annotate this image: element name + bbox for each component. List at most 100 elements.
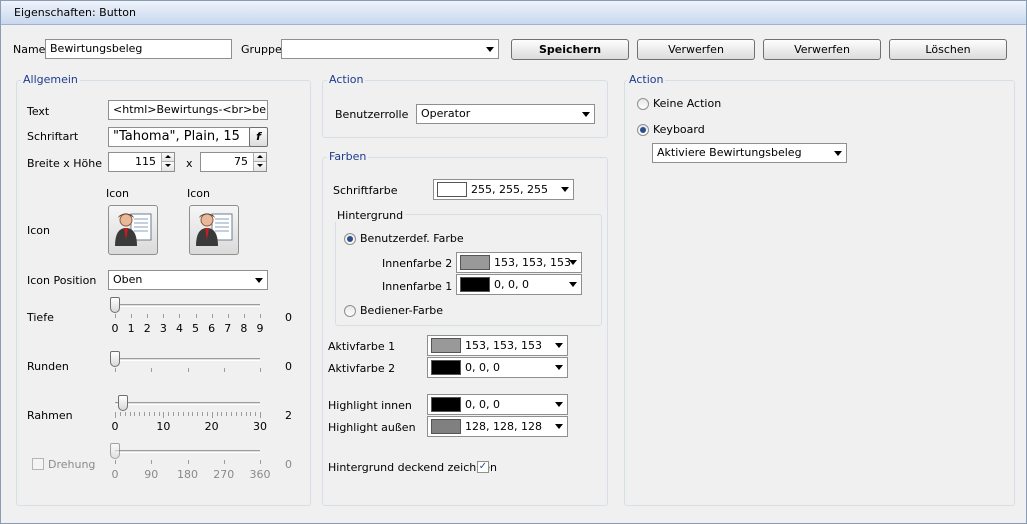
chevron-down-icon — [561, 187, 569, 192]
tiefe-label: Tiefe — [27, 311, 54, 324]
schriftfarbe-select[interactable]: 255, 255, 255 — [433, 179, 574, 200]
slider-tick — [163, 314, 165, 318]
spin-up-icon[interactable] — [161, 153, 174, 162]
highlight-innen-swatch — [431, 397, 461, 412]
window-titlebar: Eigenschaften: Button — [1, 1, 1026, 25]
spin-down-icon[interactable] — [161, 162, 174, 171]
slider-track[interactable] — [115, 358, 260, 361]
slider-track[interactable] — [115, 402, 260, 405]
aktivfarbe1-select[interactable]: 153, 153, 153 — [427, 335, 568, 356]
slider-track[interactable] — [115, 304, 260, 307]
slider-tick — [177, 412, 179, 416]
deckend-checkbox[interactable]: ✓ — [477, 461, 489, 473]
slider-track[interactable] — [115, 450, 260, 453]
slider-tick — [115, 368, 116, 372]
slider-thumb[interactable] — [110, 443, 120, 459]
innenfarbe1-swatch — [460, 277, 490, 292]
slider-tick — [197, 412, 199, 416]
slider-thumb[interactable] — [118, 395, 129, 411]
slider-tick — [250, 412, 252, 416]
keyboard-radio[interactable] — [637, 124, 649, 136]
highlight-innen-select[interactable]: 0, 0, 0 — [427, 394, 568, 415]
slider-tick — [206, 412, 208, 416]
keyboard-action-select[interactable]: Aktiviere Bewirtungsbeleg — [652, 143, 847, 163]
delete-button[interactable]: Löschen — [889, 39, 1007, 60]
slider-tick-label: 20 — [204, 420, 219, 433]
rahmen-value: 2 — [285, 409, 292, 422]
gruppe-select[interactable] — [281, 39, 499, 59]
slider-tick — [115, 412, 116, 418]
icon2-button[interactable] — [189, 205, 239, 255]
discard-button-1[interactable]: Verwerfen — [637, 39, 755, 60]
tiefe-slider[interactable]: 0123456789 — [108, 297, 268, 337]
aktivfarbe1-swatch — [431, 338, 461, 353]
properties-window: Eigenschaften: Button Name Bewirtungsbel… — [0, 0, 1027, 524]
chevron-down-icon — [255, 278, 263, 283]
runden-slider[interactable] — [108, 351, 268, 376]
aktivfarbe2-swatch — [431, 360, 461, 375]
schriftart-input[interactable]: "Tahoma", Plain, 15 — [108, 127, 250, 147]
drehung-checkbox[interactable] — [32, 458, 44, 470]
highlight-aussen-select[interactable]: 128, 128, 128 — [427, 416, 568, 437]
slider-thumb[interactable] — [110, 297, 120, 313]
width-spinner[interactable]: 115 — [108, 152, 175, 172]
rahmen-slider[interactable]: 0 10 20 30 — [108, 395, 268, 435]
size-label: Breite x Höhe — [27, 157, 102, 170]
slider-tick — [115, 460, 116, 464]
slider-tick — [147, 314, 149, 318]
drehung-value: 0 — [285, 458, 292, 471]
aktivfarbe1-label: Aktivfarbe 1 — [328, 340, 396, 353]
slider-tick — [129, 412, 131, 416]
icon1-button[interactable] — [108, 205, 158, 255]
slider-tick-label: 180 — [177, 468, 198, 481]
name-label: Name — [13, 43, 46, 56]
discard-button-2[interactable]: Verwerfen — [763, 39, 881, 60]
slider-tick — [216, 412, 218, 416]
slider-tick — [163, 412, 165, 418]
slider-thumb[interactable] — [110, 351, 120, 367]
drehung-label: Drehung — [48, 458, 96, 471]
benutzerrolle-label: Benutzerrolle — [335, 108, 409, 121]
highlight-aussen-swatch — [431, 419, 461, 434]
chevron-down-icon — [486, 47, 494, 52]
slider-tick — [131, 314, 133, 318]
highlight-aussen-value: 128, 128, 128 — [465, 420, 542, 433]
chevron-down-icon — [569, 282, 577, 287]
slider-tick — [240, 412, 242, 416]
keine-action-label: Keine Action — [653, 97, 722, 110]
font-picker-button[interactable]: f — [249, 127, 268, 147]
slider-tick — [158, 412, 160, 416]
slider-tick — [168, 412, 170, 416]
icon-position-select[interactable]: Oben — [108, 270, 268, 290]
farben-group-title: Farben — [327, 150, 369, 163]
height-value: 75 — [234, 155, 248, 168]
slider-tick — [223, 460, 225, 464]
benutzerdef-radio[interactable] — [344, 233, 356, 245]
aktivfarbe2-select[interactable]: 0, 0, 0 — [427, 357, 568, 378]
keine-action-radio[interactable] — [637, 98, 649, 110]
bediener-radio[interactable] — [344, 305, 356, 317]
icon-position-value: Oben — [113, 273, 143, 286]
text-input[interactable]: <html>Bewirtungs-<br>beleg<, — [108, 100, 268, 120]
slider-tick — [260, 460, 261, 464]
innenfarbe2-select[interactable]: 153, 153, 153 — [456, 252, 582, 273]
slider-tick — [231, 412, 232, 416]
drehung-slider[interactable]: 0 90 180 270 360 — [108, 443, 271, 483]
slider-tick — [235, 412, 237, 416]
action-right-group-title: Action — [627, 73, 666, 86]
aktivfarbe2-label: Aktivfarbe 2 — [328, 362, 396, 375]
innenfarbe1-select[interactable]: 0, 0, 0 — [456, 274, 582, 295]
spin-up-icon[interactable] — [253, 153, 266, 162]
height-spinner[interactable]: 75 — [200, 152, 267, 172]
save-button[interactable]: Speichern — [511, 39, 629, 60]
benutzerrolle-value: Operator — [421, 107, 471, 120]
chevron-down-icon — [555, 424, 563, 429]
spin-down-icon[interactable] — [253, 162, 266, 171]
slider-tick — [221, 412, 223, 416]
innenfarbe2-value: 153, 153, 153 — [494, 256, 571, 269]
slider-tick — [211, 314, 213, 318]
runden-label: Runden — [27, 360, 69, 373]
name-input[interactable]: Bewirtungsbeleg — [45, 39, 232, 59]
bediener-label: Bediener-Farbe — [360, 304, 443, 317]
benutzerrolle-select[interactable]: Operator — [416, 104, 595, 124]
